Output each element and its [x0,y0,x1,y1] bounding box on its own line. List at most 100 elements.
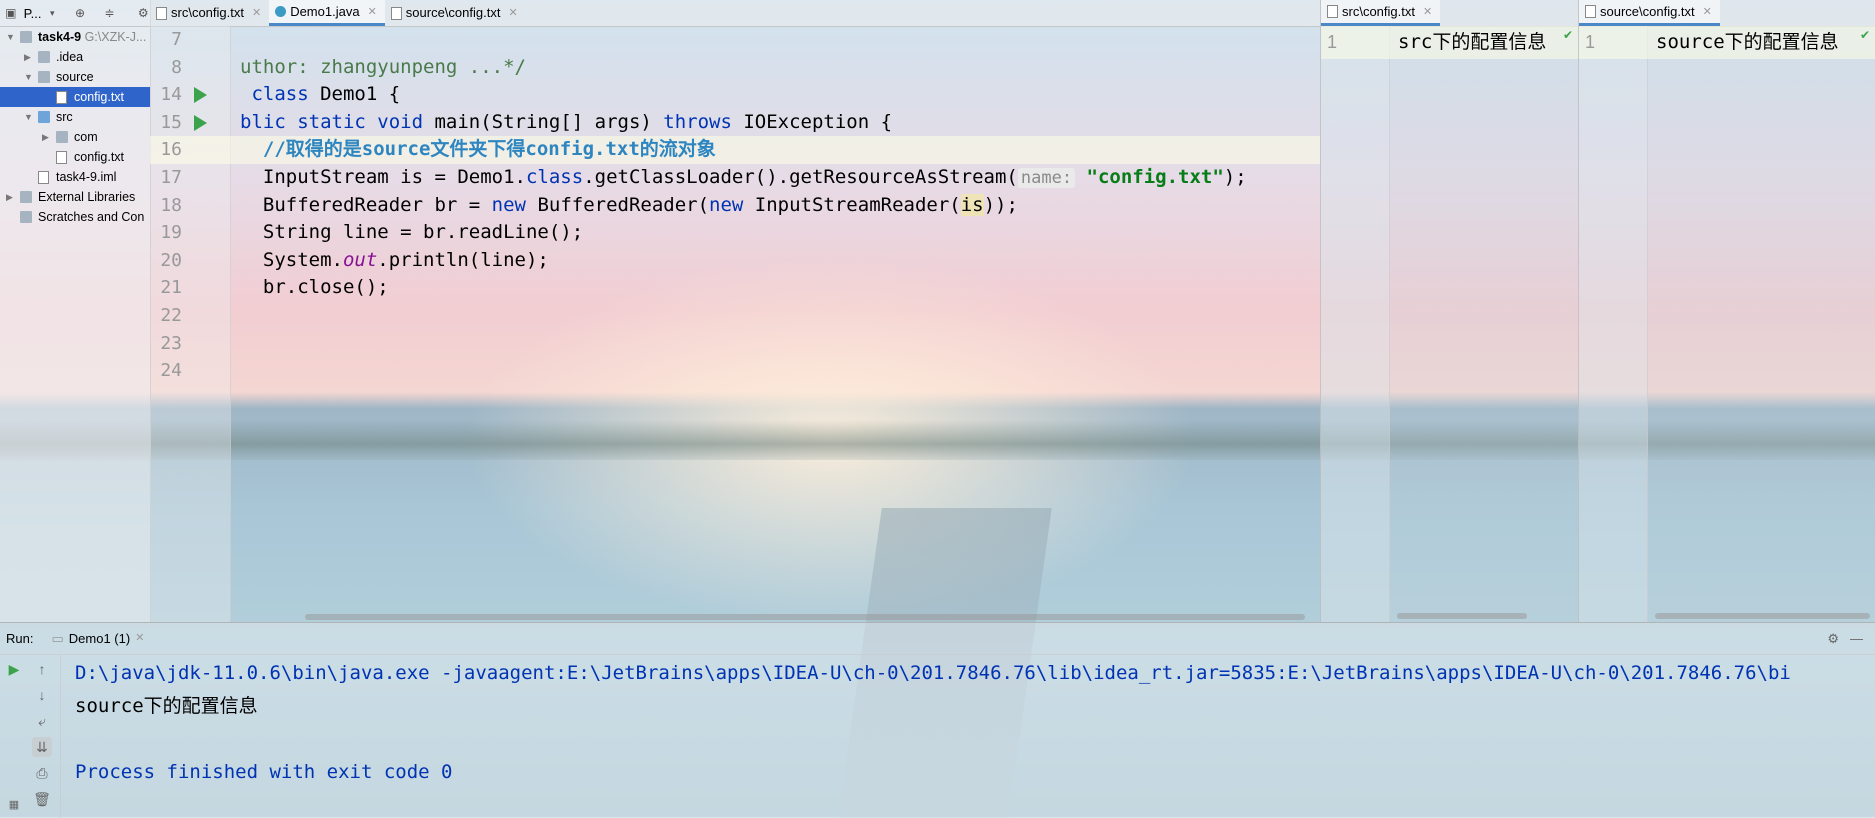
folder-icon [38,51,50,63]
inspection-ok-icon[interactable]: ✔ [1563,28,1573,42]
gear-icon[interactable]: ⚙ [136,6,150,20]
close-icon[interactable]: ✕ [1703,0,1712,25]
close-icon[interactable]: ✕ [1423,0,1432,25]
close-icon[interactable]: ✕ [135,623,144,654]
code-text: class Demo1 { [251,83,401,106]
gear-icon[interactable]: ⚙ [1827,623,1839,654]
dropdown-chevron-icon[interactable]: ▾ [47,8,57,19]
editor-horizontal-scrollbar[interactable] [305,614,1305,620]
run-gutter-icon[interactable] [194,87,207,104]
line-number: 19 [160,222,182,244]
tree-item[interactable]: ▼ src [0,107,150,127]
tree-item[interactable]: ▼ task4-9 G:\XZK-J... [0,27,150,47]
file-icon [38,171,49,184]
run-header: Run: ▭ Demo1 (1) ✕ ⚙ — [0,623,1875,655]
expanded-arrow-icon[interactable]: ▼ [6,27,16,47]
soft-wrap-icon[interactable]: ⤶ [32,711,52,731]
run-tab-label: Demo1 (1) [68,631,131,646]
collapse-all-icon[interactable]: ≑ [103,6,117,20]
tree-item[interactable]: config.txt [0,147,150,167]
tree-item[interactable]: config.txt [0,87,150,107]
code-editor[interactable]: 7 8 uthor: zhangyunpeng ...*/ 14 class Demo… [150,26,1320,622]
tree-item[interactable]: ▼ source [0,67,150,87]
console-line: D:\java\jdk-11.0.6\bin\java.exe -javaage… [75,662,1791,684]
tree-item[interactable]: ▶ .idea [0,47,150,67]
tree-item[interactable]: ▶ com [0,127,150,147]
project-title[interactable]: P... [24,6,42,21]
run-tool-window: Run: ▭ Demo1 (1) ✕ ⚙ — ▶ ↑ ↓ ⤶ ⇊ ⎙ 🗑 ▦ D… [0,622,1875,818]
console-output[interactable]: D:\java\jdk-11.0.6\bin\java.exe -javaage… [75,657,1791,789]
layout-icon[interactable]: ▦ [4,795,24,815]
inspection-ok-icon[interactable]: ✔ [1860,28,1870,42]
project-view-icon[interactable]: ▣ [4,6,18,20]
file-content: source下的配置信息 [1656,31,1839,53]
collapsed-arrow-icon[interactable]: ▶ [6,187,16,207]
code-text: String line = br.readLine(); [240,221,584,244]
expanded-arrow-icon[interactable]: ▼ [24,107,34,127]
close-icon[interactable]: ✕ [368,0,377,25]
code-line[interactable]: 14 class Demo1 { [150,81,1320,109]
code-line[interactable]: 8 uthor: zhangyunpeng ...*/ [150,54,1320,82]
code-line[interactable]: 15 blic static void main(String[] args) t… [150,109,1320,137]
run-config-tab[interactable]: ▭ Demo1 (1) ✕ [43,623,152,654]
split-tab-bar-source: source\config.txt ✕ [1579,0,1875,27]
scroll-up-icon[interactable]: ↑ [32,659,52,679]
split-tab-bar-src: src\config.txt ✕ [1321,0,1579,27]
expanded-arrow-icon[interactable]: ▼ [24,67,34,87]
run-config-icon: ▭ [51,631,64,646]
minimize-icon[interactable]: — [1850,623,1863,654]
scroll-to-end-icon[interactable]: ⇊ [32,737,52,757]
close-icon[interactable]: ✕ [508,0,517,26]
line-number: 21 [160,277,182,299]
editor-tab[interactable]: Demo1.java ✕ [269,0,385,26]
split-gutter [1321,26,1390,622]
trash-icon[interactable]: 🗑 [32,789,52,809]
editor-tab[interactable]: source\config.txt ✕ [385,0,526,26]
code-line[interactable]: 18 BufferedReader br = new BufferedReade… [150,192,1320,220]
tree-item[interactable]: Scratches and Con [0,207,150,227]
tree-item-label: task4-9 G:\XZK-J... [38,30,147,44]
split-scrollbar[interactable] [1655,613,1870,619]
locate-target-icon[interactable]: ⊕ [73,6,87,20]
code-line[interactable]: 7 [150,26,1320,54]
code-text: BufferedReader br = new BufferedReader(n… [240,193,1018,216]
editor-tab[interactable]: src\config.txt ✕ [150,0,269,26]
tab-src-config[interactable]: src\config.txt ✕ [1321,0,1441,26]
tab-label: src\config.txt [171,5,244,20]
tree-item-label: com [74,130,98,144]
file-icon [56,151,67,164]
text-file-icon [1327,5,1338,18]
tree-item-label: src [56,110,73,124]
code-line[interactable]: 24 [150,357,1320,385]
code-text: System.out.println(line); [240,248,549,271]
code-text: br.close(); [240,276,389,299]
scroll-down-icon[interactable]: ↓ [32,685,52,705]
code-line[interactable]: 16 //取得的是source文件夹下得config.txt的流对象 [150,136,1320,164]
collapsed-arrow-icon[interactable]: ▶ [24,47,34,67]
split-editor-src-config[interactable]: src\config.txt ✕ 1 src下的配置信息 ✔ [1320,0,1579,622]
line-number: 23 [160,332,182,354]
tree-item-label: source [56,70,94,84]
code-line[interactable]: 20 System.out.println(line); [150,247,1320,275]
rerun-icon[interactable]: ▶ [4,659,24,679]
close-icon[interactable]: ✕ [252,0,261,26]
tree-item[interactable]: ▶ External Libraries [0,187,150,207]
code-line[interactable]: 17 InputStream is = Demo1.class.getClass… [150,164,1320,192]
line-number: 1 [1585,32,1596,52]
code-line[interactable]: 22 [150,302,1320,330]
code-line[interactable]: 23 [150,330,1320,358]
code-line[interactable]: 21 br.close(); [150,274,1320,302]
split-editor-source-config[interactable]: source\config.txt ✕ 1 source下的配置信息 ✔ [1578,0,1875,622]
tab-label: source\config.txt [1600,3,1695,19]
code-text: //取得的是source文件夹下得config.txt的流对象 [262,138,716,161]
split-scrollbar[interactable] [1397,613,1527,619]
run-gutter-icon[interactable] [194,114,207,131]
collapsed-arrow-icon[interactable]: ▶ [42,127,52,147]
line-number: 16 [160,139,182,161]
console-line: Process finished with exit code 0 [75,761,453,783]
tree-item[interactable]: task4-9.iml [0,167,150,187]
print-icon[interactable]: ⎙ [32,763,52,783]
code-line[interactable]: 19 String line = br.readLine(); [150,219,1320,247]
tab-source-config[interactable]: source\config.txt ✕ [1579,0,1720,26]
